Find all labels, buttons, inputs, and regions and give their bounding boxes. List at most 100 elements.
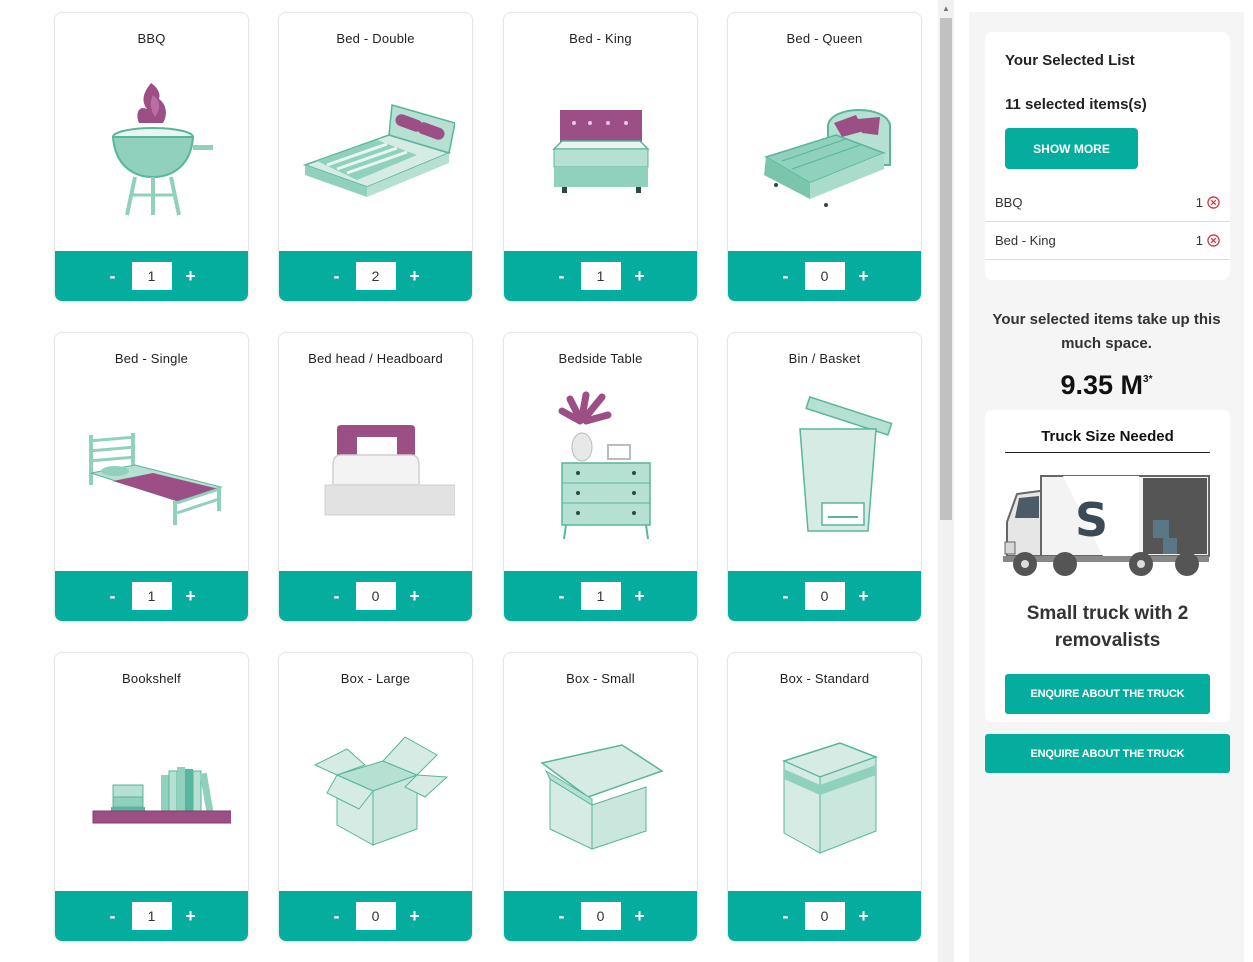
bin-icon — [746, 385, 904, 555]
item-card-bbq: BBQ - 1 + — [54, 12, 249, 302]
item-title: Bed head / Headboard — [308, 351, 443, 366]
scroll-up-arrow-icon[interactable]: ▲ — [938, 0, 954, 16]
quantity-input[interactable]: 0 — [804, 902, 845, 930]
list-item: Bed - King 1 — [985, 222, 1230, 260]
decrease-button[interactable]: - — [318, 586, 356, 607]
quantity-stepper: - 1 + — [55, 571, 248, 621]
bedside-table-icon — [522, 385, 680, 555]
truck-logo-letter: S — [1075, 493, 1108, 547]
quantity-input[interactable]: 0 — [355, 902, 396, 930]
item-title: Bedside Table — [558, 351, 643, 366]
increase-button[interactable]: + — [396, 586, 434, 607]
decrease-button[interactable]: - — [94, 266, 132, 287]
item-card-bookshelf: Bookshelf - 1 + — [54, 652, 249, 942]
item-title: Box - Large — [340, 671, 411, 686]
item-title: Bed - Double — [336, 31, 415, 46]
scrollbar[interactable]: ▲ — [938, 0, 954, 962]
decrease-button[interactable]: - — [318, 906, 356, 927]
increase-button[interactable]: + — [172, 586, 210, 607]
quantity-input[interactable]: 1 — [131, 262, 172, 290]
increase-button[interactable]: + — [621, 586, 659, 607]
quantity-input[interactable]: 1 — [131, 902, 172, 930]
increase-button[interactable]: + — [172, 906, 210, 927]
increase-button[interactable]: + — [845, 266, 883, 287]
decrease-button[interactable]: - — [767, 586, 805, 607]
list-item-qty: 1 — [1195, 195, 1203, 210]
decrease-button[interactable]: - — [767, 266, 805, 287]
decrease-button[interactable]: - — [543, 906, 581, 927]
item-card-bed-single: Bed - Single - 1 + — [54, 332, 249, 622]
list-item-qty: 1 — [1195, 233, 1203, 248]
truck-size-title: Truck Size Needed — [1005, 428, 1210, 453]
quantity-stepper: - 1 + — [504, 571, 697, 621]
quantity-input[interactable]: 2 — [355, 262, 396, 290]
quantity-stepper: - 0 + — [279, 571, 472, 621]
show-more-button[interactable]: SHOW MORE — [1005, 128, 1138, 169]
decrease-button[interactable]: - — [543, 586, 581, 607]
item-card-box-small: Box - Small - 0 + — [503, 652, 698, 942]
quantity-stepper: - 1 + — [55, 251, 248, 301]
king-bed-icon — [522, 65, 680, 235]
list-item-name: Bed - King — [995, 233, 1056, 248]
space-value: 9.35 M3* — [989, 370, 1224, 401]
quantity-stepper: - 0 + — [728, 891, 921, 941]
space-value-number: 9.35 M — [1060, 370, 1144, 400]
item-card-bed-double: Bed - Double - 2 + — [278, 12, 473, 302]
increase-button[interactable]: + — [396, 906, 434, 927]
bbq-icon — [73, 65, 231, 235]
item-card-box-large: Box - Large - 0 + — [278, 652, 473, 942]
selected-count: 11 selected items(s) — [1005, 96, 1147, 113]
item-grid: BBQ - 1 + Bed - Double - 2 + Bed - King … — [54, 12, 924, 962]
space-unit-suffix: 3* — [1143, 374, 1153, 385]
increase-button[interactable]: + — [172, 266, 210, 287]
remove-icon[interactable] — [1207, 234, 1220, 247]
item-title: Bin / Basket — [788, 351, 861, 366]
quantity-input[interactable]: 1 — [131, 582, 172, 610]
truck-icon: S — [1003, 475, 1210, 576]
quantity-input[interactable]: 1 — [580, 582, 621, 610]
decrease-button[interactable]: - — [543, 266, 581, 287]
quantity-input[interactable]: 0 — [804, 262, 845, 290]
increase-button[interactable]: + — [621, 906, 659, 927]
headboard-icon — [297, 385, 455, 555]
list-item-name: BBQ — [995, 195, 1023, 210]
quantity-stepper: - 0 + — [504, 891, 697, 941]
enquire-truck-button-bottom[interactable]: ENQUIRE ABOUT THE TRUCK — [985, 734, 1230, 773]
large-box-icon — [297, 705, 455, 875]
quantity-input[interactable]: 0 — [804, 582, 845, 610]
increase-button[interactable]: + — [621, 266, 659, 287]
quantity-input[interactable]: 1 — [580, 262, 621, 290]
increase-button[interactable]: + — [845, 906, 883, 927]
item-card-bed-queen: Bed - Queen - 0 + — [727, 12, 922, 302]
item-card-bedside-table: Bedside Table - 1 + — [503, 332, 698, 622]
decrease-button[interactable]: - — [94, 586, 132, 607]
enquire-truck-button[interactable]: ENQUIRE ABOUT THE TRUCK — [1005, 674, 1210, 714]
item-title: Bed - King — [569, 31, 632, 46]
remove-icon[interactable] — [1207, 196, 1220, 209]
selected-list-card: Your Selected List 11 selected items(s) … — [985, 32, 1230, 280]
quantity-stepper: - 2 + — [279, 251, 472, 301]
quantity-stepper: - 1 + — [55, 891, 248, 941]
item-title: Box - Small — [566, 671, 635, 686]
quantity-input[interactable]: 0 — [580, 902, 621, 930]
decrease-button[interactable]: - — [94, 906, 132, 927]
selected-list-title: Your Selected List — [1005, 52, 1135, 69]
item-card-bed-king: Bed - King - 1 + — [503, 12, 698, 302]
increase-button[interactable]: + — [845, 586, 883, 607]
space-description: Your selected items take up this much sp… — [992, 311, 1221, 352]
scrollbar-thumb[interactable] — [940, 18, 952, 520]
quantity-input[interactable]: 0 — [355, 582, 396, 610]
single-bed-icon — [73, 385, 231, 555]
item-card-box-standard: Box - Standard - 0 + — [727, 652, 922, 942]
increase-button[interactable]: + — [396, 266, 434, 287]
item-title: Bed - Single — [114, 351, 189, 366]
quantity-stepper: - 1 + — [504, 251, 697, 301]
decrease-button[interactable]: - — [767, 906, 805, 927]
decrease-button[interactable]: - — [318, 266, 356, 287]
standard-box-icon — [746, 705, 904, 875]
list-item: BBQ 1 — [985, 184, 1230, 222]
item-title: BBQ — [137, 31, 166, 46]
quantity-stepper: - 0 + — [728, 251, 921, 301]
quantity-stepper: - 0 + — [728, 571, 921, 621]
item-title: Bed - Queen — [786, 31, 863, 46]
